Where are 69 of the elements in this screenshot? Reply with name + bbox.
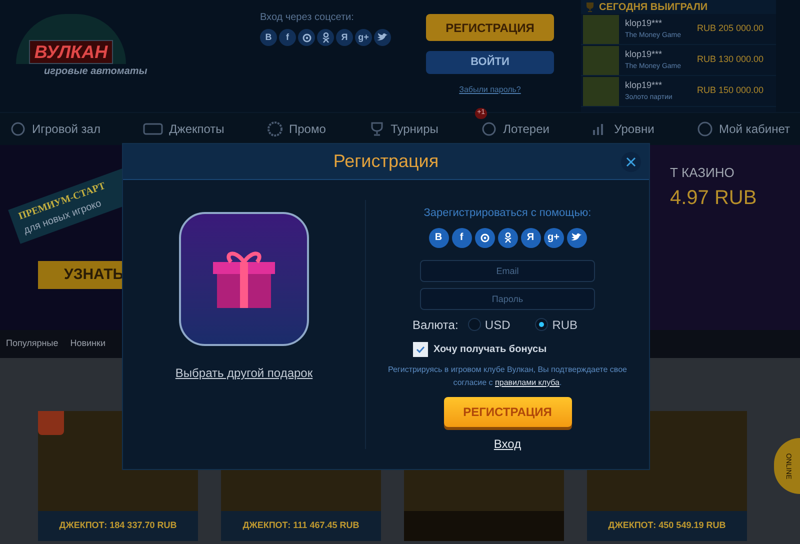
winner-name: klop19*** — [625, 48, 664, 61]
social-login-button[interactable]: Я — [520, 228, 540, 248]
social-login-button[interactable]: g+ — [355, 29, 372, 46]
social-login-button[interactable]: f — [452, 228, 472, 248]
forgot-password-link[interactable]: Забыли пароль? — [459, 84, 521, 96]
jackpot-label: ДЖЕКПОТ: 450 549.19 RUB — [587, 511, 747, 541]
bonus-checkbox[interactable] — [412, 342, 428, 356]
social-login-button[interactable]: f — [279, 29, 296, 46]
currency-radio[interactable]: USD — [468, 316, 536, 334]
register-button[interactable]: РЕГИСТРАЦИЯ — [426, 14, 554, 41]
social-login-button[interactable] — [498, 228, 518, 248]
game-thumbnail-placeholder — [583, 46, 619, 74]
nav-item[interactable]: Уровни — [592, 120, 654, 138]
close-button[interactable] — [621, 152, 641, 172]
badge-icon — [266, 121, 283, 137]
currency-label: Валюта: — [412, 316, 460, 334]
currency-radio[interactable]: RUB — [535, 316, 603, 334]
win-amount: RUB 130 000.00 — [697, 53, 764, 66]
social-login-button[interactable] — [317, 29, 334, 46]
winners-title: СЕГОДНЯ ВЫИГРАЛИ — [599, 0, 708, 14]
jackpot-amount: 4.97 RUB — [670, 186, 758, 210]
close-icon — [626, 157, 636, 167]
game-thumbnail-placeholder — [583, 76, 619, 106]
nav-item[interactable]: Турниры — [368, 120, 438, 138]
game-thumbnail-placeholder — [583, 14, 619, 44]
logo-title: ВУЛКАН — [29, 40, 113, 64]
social-login-button[interactable]: B — [428, 228, 448, 248]
jackpot-title: Т КАЗИНО — [670, 164, 736, 182]
win-amount: RUB 205 000.00 — [697, 22, 764, 36]
club-rules-link[interactable]: правилами клуба — [495, 378, 560, 386]
social-login-button[interactable] — [374, 29, 391, 46]
person-icon — [504, 232, 512, 243]
game-tab[interactable]: Новинки — [70, 337, 106, 351]
register-with-label: Зарегистрироваться с помощью: — [424, 206, 592, 221]
win-amount: RUB 150 000.00 — [697, 84, 764, 98]
jackpot-label: ДЖЕКПОТ: 184 337.70 RUB — [38, 511, 198, 541]
social-login-button[interactable]: g+ — [544, 228, 564, 248]
password-field[interactable]: Пароль — [420, 288, 595, 310]
terms-text: Регистрируясь в игровом клубе Вулкан, Вы подтверждаете свое согласие с правилами клуба. — [387, 364, 628, 388]
jackpot-label: ДЖЕКПОТ: 111 467.45 RUB — [221, 511, 381, 541]
login-link[interactable]: Вход — [494, 434, 522, 452]
bird-icon — [571, 233, 582, 242]
winner-name: klop19*** — [625, 79, 664, 92]
person-icon — [322, 32, 330, 43]
social-login-button[interactable] — [474, 228, 494, 248]
social-login-button[interactable]: Я — [336, 29, 353, 46]
social-login-label: Вход через соцсети: — [260, 11, 355, 25]
nav-item[interactable]: Мой кабинет — [696, 120, 790, 138]
ball-icon — [481, 121, 498, 137]
check-icon — [416, 346, 424, 352]
nav-item[interactable]: Промо — [266, 120, 326, 138]
social-login-button[interactable] — [566, 228, 586, 248]
nav-item[interactable]: Игровой зал — [10, 120, 100, 138]
social-login-button[interactable] — [298, 29, 315, 46]
social-login-button[interactable]: B — [260, 29, 277, 46]
bird-icon — [377, 33, 388, 42]
bonus-checkbox-label: Хочу получать бонусы — [434, 342, 547, 356]
trophy-icon — [585, 2, 595, 12]
email-field[interactable]: Email — [420, 260, 595, 282]
winner-name: klop19*** — [625, 17, 664, 30]
trophy-icon — [368, 121, 385, 137]
choose-another-gift-link[interactable]: Выбрать другой подарок — [175, 364, 313, 382]
flame-badge — [38, 411, 64, 435]
logo-subtitle: игровые автоматы — [43, 65, 148, 79]
nav-item[interactable]: Джекпоты — [143, 120, 224, 138]
modal-title: Регистрация — [333, 150, 439, 173]
register-button[interactable]: РЕГИСТРАЦИЯ — [444, 396, 572, 426]
login-button[interactable]: ВОЙТИ — [426, 51, 554, 74]
game-tab[interactable]: Популярные — [6, 337, 58, 351]
